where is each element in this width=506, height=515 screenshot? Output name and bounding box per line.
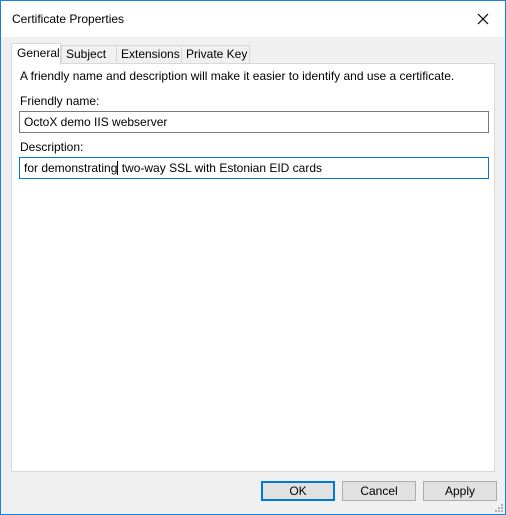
resize-grip-icon[interactable] (493, 502, 503, 512)
general-tab-panel: A friendly name and description will mak… (11, 63, 495, 472)
certificate-properties-dialog: Certificate Properties General Subject E… (0, 0, 506, 515)
tab-subject[interactable]: Subject (61, 45, 117, 63)
ok-button[interactable]: OK (261, 481, 335, 501)
description-value-start: for demonstrating (24, 161, 118, 175)
description-label: Description: (20, 140, 84, 154)
tab-extensions-label: Extensions (121, 47, 180, 61)
ok-button-label: OK (289, 484, 307, 498)
description-value-end: two-way SSL with Estonian EID cards (118, 161, 323, 175)
tab-subject-label: Subject (66, 47, 107, 61)
description-field[interactable]: for demonstrating two-way SSL with Eston… (19, 157, 489, 179)
cancel-button-label: Cancel (360, 484, 398, 498)
friendly-name-value: OctoX demo IIS webserver (24, 115, 168, 129)
tab-extensions[interactable]: Extensions (116, 45, 182, 63)
tab-general-label: General (17, 46, 60, 60)
intro-text: A friendly name and description will mak… (20, 69, 455, 83)
close-icon (477, 13, 489, 25)
window-title: Certificate Properties (12, 12, 125, 26)
title-bar: Certificate Properties (1, 1, 505, 37)
tab-private-key[interactable]: Private Key (181, 45, 250, 63)
close-button[interactable] (461, 1, 505, 37)
friendly-name-label: Friendly name: (20, 94, 100, 108)
tab-private-key-label: Private Key (186, 47, 248, 61)
tab-general[interactable]: General (11, 43, 61, 65)
cancel-button[interactable]: Cancel (342, 481, 416, 501)
apply-button[interactable]: Apply (423, 481, 497, 501)
apply-button-label: Apply (444, 484, 476, 498)
friendly-name-field[interactable]: OctoX demo IIS webserver (19, 111, 489, 133)
